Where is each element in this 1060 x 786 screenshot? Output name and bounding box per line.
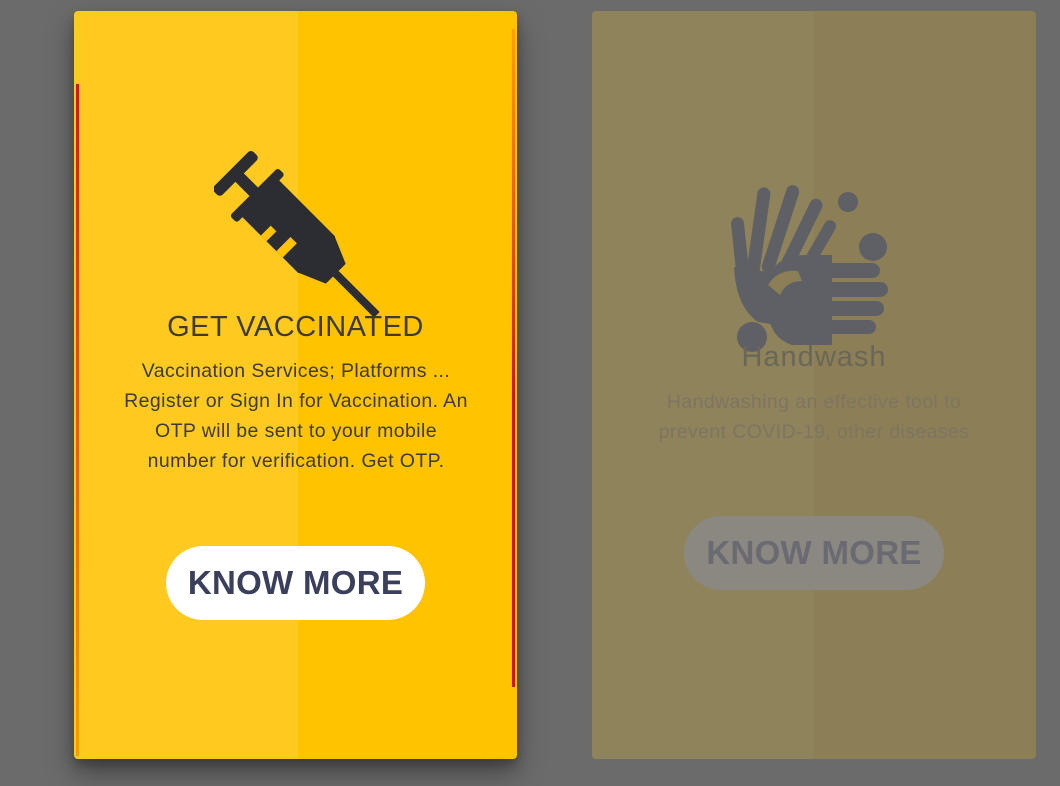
- card-description: Vaccination Services; Platforms ... Regi…: [124, 360, 468, 472]
- card-description: Handwashing an effective tool to prevent…: [658, 391, 970, 443]
- card-title: Handwash: [741, 341, 887, 373]
- card-highlight: [592, 11, 814, 759]
- handwash-card[interactable]: Handwash Handwashing an effective tool t…: [592, 11, 1036, 759]
- card-edge-left: [76, 84, 79, 756]
- card-title: GET VACCINATED: [167, 311, 424, 343]
- vaccination-card[interactable]: GET VACCINATED Vaccination Services; Pla…: [74, 11, 517, 759]
- know-more-button[interactable]: KNOW MORE: [166, 546, 425, 620]
- syringe-icon: [214, 150, 380, 318]
- cards-section: GET VACCINATED Vaccination Services; Pla…: [0, 0, 1060, 786]
- know-more-button[interactable]: KNOW MORE: [684, 516, 944, 590]
- card-edge-right: [512, 29, 515, 687]
- handwash-icon: [731, 185, 888, 352]
